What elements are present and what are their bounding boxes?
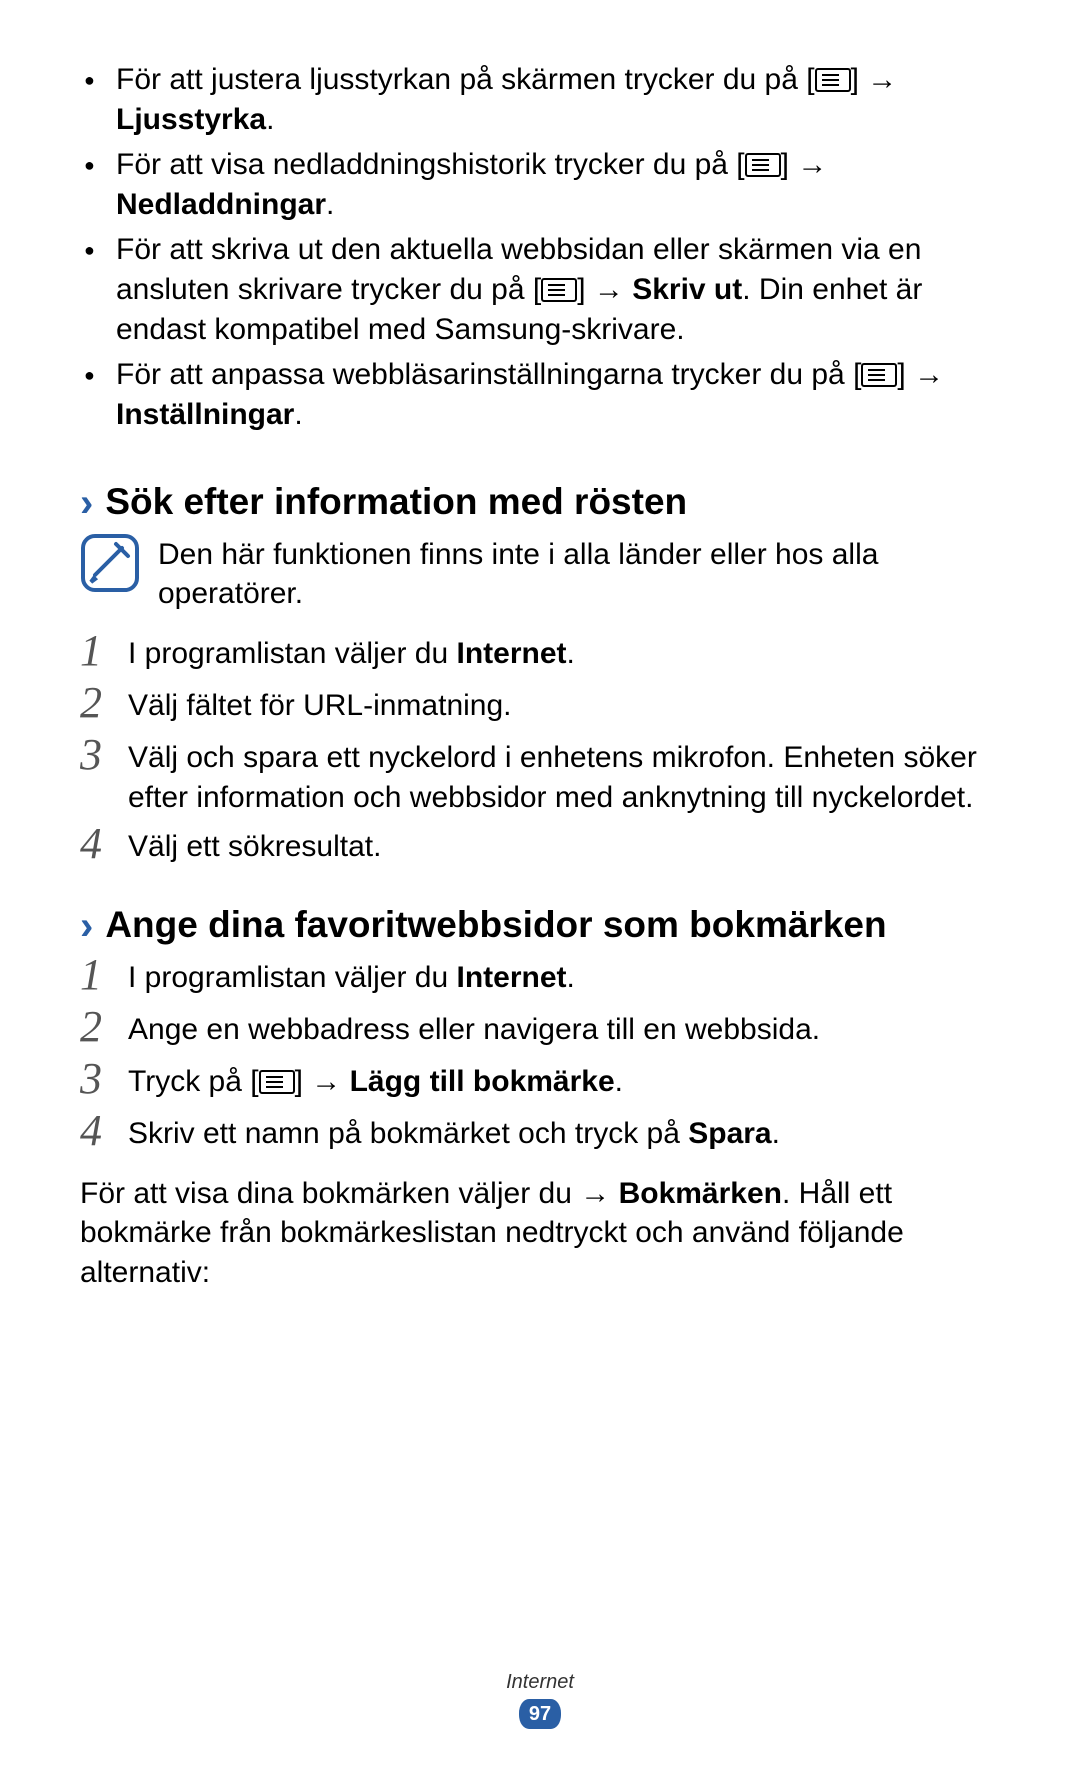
bullet-item: För att visa nedladdningshistorik trycke…: [80, 145, 1000, 224]
para-text: [610, 1177, 618, 1210]
section-title: Sök efter information med rösten: [105, 480, 687, 524]
step-bold: Lägg till bokmärke: [350, 1065, 615, 1098]
bullet-bold: Ljusstyrka: [116, 103, 266, 136]
arrow-icon: →: [580, 1177, 610, 1210]
step-item: Ange en webbadress eller navigera till e…: [80, 1008, 1000, 1052]
step-bold: Internet: [456, 961, 566, 994]
menu-icon: [541, 278, 577, 302]
menu-icon: [861, 363, 897, 387]
bullet-text: ]: [851, 63, 868, 96]
step-text: .: [772, 1117, 780, 1150]
step-item: Välj och spara ett nyckelord i enhetens …: [80, 736, 1000, 817]
bullet-text: För att visa nedladdningshistorik trycke…: [116, 148, 745, 181]
step-item: I programlistan väljer du Internet.: [80, 956, 1000, 1000]
bullet-text: För att justera ljusstyrkan på skärmen t…: [116, 63, 815, 96]
step-text: .: [567, 961, 575, 994]
bullet-text: .: [326, 188, 334, 221]
bullet-bold: Nedladdningar: [116, 188, 326, 221]
para-bold: Bokmärken: [619, 1177, 782, 1210]
step-text: Skriv ett namn på bokmärket och tryck på: [128, 1117, 688, 1150]
bullet-text: [624, 273, 632, 306]
step-item: I programlistan väljer du Internet.: [80, 632, 1000, 676]
bullet-item: För att justera ljusstyrkan på skärmen t…: [80, 60, 1000, 139]
step-text: Ange en webbadress eller navigera till e…: [128, 1013, 820, 1046]
step-text: Välj fältet för URL-inmatning.: [128, 689, 512, 722]
bullet-bold: Skriv ut: [632, 273, 742, 306]
step-text: I programlistan väljer du: [128, 637, 456, 670]
arrow-icon: →: [594, 273, 624, 306]
arrow-icon: →: [797, 148, 827, 181]
note-text: Den här funktionen finns inte i alla län…: [158, 533, 1000, 614]
step-item: Välj ett sökresultat.: [80, 825, 1000, 869]
step-text: I programlistan väljer du: [128, 961, 456, 994]
bullet-item: För att anpassa webbläsarinställningarna…: [80, 355, 1000, 434]
section-heading: › Ange dina favoritwebbsidor som bokmärk…: [80, 903, 1000, 947]
page-footer: Internet 97: [0, 1671, 1080, 1729]
step-item: Skriv ett namn på bokmärket och tryck på…: [80, 1112, 1000, 1156]
page-number-badge: 97: [519, 1699, 561, 1729]
bullet-item: För att skriva ut den aktuella webbsidan…: [80, 230, 1000, 349]
arrow-icon: →: [311, 1065, 341, 1098]
note-box: Den här funktionen finns inte i alla län…: [80, 533, 1000, 614]
section-title: Ange dina favoritwebbsidor som bokmärken: [105, 903, 886, 947]
menu-icon: [745, 153, 781, 177]
arrow-icon: →: [914, 358, 944, 391]
bullet-bold: Inställningar: [116, 398, 294, 431]
steps-list-voice: I programlistan väljer du Internet. Välj…: [80, 632, 1000, 869]
step-text: ]: [295, 1065, 312, 1098]
chevron-icon: ›: [80, 483, 93, 523]
bullet-text: ]: [897, 358, 914, 391]
section-heading: › Sök efter information med rösten: [80, 480, 1000, 524]
intro-bullet-list: För att justera ljusstyrkan på skärmen t…: [80, 60, 1000, 434]
bullet-text: .: [266, 103, 274, 136]
note-icon: [80, 533, 140, 593]
chevron-icon: ›: [80, 906, 93, 946]
step-item: Tryck på [] → Lägg till bokmärke.: [80, 1060, 1000, 1104]
bullet-text: För att anpassa webbläsarinställningarna…: [116, 358, 861, 391]
paragraph: För att visa dina bokmärken väljer du → …: [80, 1174, 1000, 1293]
step-text: [341, 1065, 349, 1098]
step-text: .: [567, 637, 575, 670]
bullet-text: ]: [781, 148, 798, 181]
menu-icon: [815, 68, 851, 92]
step-text: .: [615, 1065, 623, 1098]
menu-icon: [259, 1070, 295, 1094]
step-text: Välj ett sökresultat.: [128, 830, 381, 863]
step-bold: Spara: [688, 1117, 771, 1150]
bullet-text: ]: [577, 273, 594, 306]
step-bold: Internet: [456, 637, 566, 670]
step-text: Välj och spara ett nyckelord i enhetens …: [128, 741, 977, 814]
bullet-text: .: [294, 398, 302, 431]
footer-section-label: Internet: [0, 1671, 1080, 1694]
arrow-icon: →: [867, 63, 897, 96]
step-item: Välj fältet för URL-inmatning.: [80, 684, 1000, 728]
para-text: För att visa dina bokmärken väljer du: [80, 1177, 580, 1210]
step-text: Tryck på [: [128, 1065, 259, 1098]
steps-list-bookmark: I programlistan väljer du Internet. Ange…: [80, 956, 1000, 1156]
